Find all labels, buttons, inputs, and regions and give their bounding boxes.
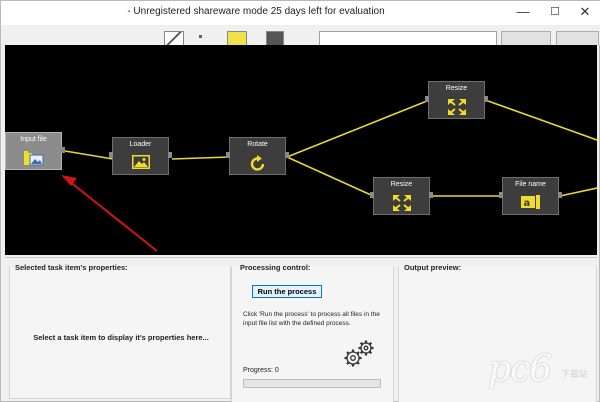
node-label: Loader <box>129 141 152 148</box>
progress-text: Progress: <box>243 367 273 374</box>
toolbar-button[interactable] <box>556 31 599 45</box>
watermark-subtext: 下载站 <box>561 370 589 380</box>
expand-arrows-icon <box>392 195 411 213</box>
wire-resize-top-out <box>487 100 597 141</box>
node-rotate[interactable]: Rotate <box>226 137 289 175</box>
node-output-pin[interactable] <box>558 192 562 198</box>
node-label: Input file <box>20 136 47 143</box>
progress-label: Progress: 0 <box>243 367 279 374</box>
node-input-pin[interactable] <box>425 96 429 102</box>
node-input-pin[interactable] <box>370 192 374 198</box>
text-cursor-icon: a <box>520 195 541 211</box>
processing-title: Processing control: <box>240 263 311 272</box>
node-input-pin[interactable] <box>109 152 113 158</box>
output-title: Output preview: <box>404 263 462 272</box>
processing-panel: Processing control: Run the process Clic… <box>231 259 394 402</box>
node-file-name[interactable]: File name a <box>499 177 562 215</box>
node-output-pin[interactable] <box>61 147 65 153</box>
close-button[interactable]: ✕ <box>568 1 600 25</box>
gears-icon <box>342 339 376 374</box>
app-window: - Unregistered shareware mode 25 days le… <box>0 0 600 402</box>
properties-placeholder: Select a task item to display it's prope… <box>33 333 209 342</box>
progress-value: 0 <box>274 367 279 374</box>
properties-panel: Selected task item's properties: Select … <box>5 259 231 402</box>
connection-wires <box>61 100 597 252</box>
node-input-pin[interactable] <box>226 152 230 158</box>
run-process-button[interactable]: Run the process <box>252 285 322 298</box>
toolbar-separator-icon <box>199 35 202 38</box>
toolbar-image-icon[interactable] <box>164 31 184 45</box>
annotation-arrow <box>61 175 158 252</box>
expand-arrows-icon <box>447 99 466 117</box>
process-canvas[interactable]: Input file Loader Rotate Resize Resize F… <box>5 45 597 255</box>
wire-filename-out <box>559 187 597 197</box>
node-output-pin[interactable] <box>168 152 172 158</box>
progress-bar <box>243 379 381 388</box>
wire-rotate-resize-bottom <box>286 156 372 196</box>
node-output-pin[interactable] <box>285 152 289 158</box>
folder-image-icon <box>23 150 44 168</box>
node-input-pin[interactable] <box>499 192 503 198</box>
rotate-icon <box>249 155 267 175</box>
toolbar-input[interactable] <box>319 31 497 45</box>
panel-divider <box>5 257 597 258</box>
wire-rotate-resize-top <box>286 100 428 158</box>
properties-title: Selected task item's properties: <box>15 263 128 272</box>
node-label: File name <box>515 181 546 188</box>
node-input-file[interactable]: Input file <box>5 132 65 170</box>
toolbar <box>1 25 600 45</box>
maximize-button[interactable]: ☐ <box>538 1 572 25</box>
watermark-logo: pc6 <box>488 349 552 390</box>
image-icon <box>131 155 150 171</box>
node-label: Resize <box>445 85 468 92</box>
title-bar: - Unregistered shareware mode 25 days le… <box>1 1 600 25</box>
toolbar-button[interactable] <box>501 31 551 45</box>
node-label: Resize <box>390 181 413 188</box>
node-output-pin[interactable] <box>484 96 488 102</box>
toolbar-warning-icon[interactable] <box>227 31 247 45</box>
node-resize-top[interactable]: Resize <box>425 81 488 119</box>
toolbar-tool-icon[interactable] <box>266 31 284 45</box>
node-label: Rotate <box>247 141 268 148</box>
minimize-button[interactable]: — <box>506 1 540 25</box>
wire-input-loader <box>64 150 114 160</box>
node-loader[interactable]: Loader <box>109 137 172 175</box>
node-output-pin[interactable] <box>429 192 433 198</box>
window-title: - Unregistered shareware mode 25 days le… <box>127 6 385 17</box>
node-resize-bottom[interactable]: Resize <box>370 177 433 215</box>
wire-loader-rotate <box>171 156 230 160</box>
processing-description: Click 'Run the process' to process all f… <box>243 311 380 327</box>
svg-text:a: a <box>523 198 530 209</box>
